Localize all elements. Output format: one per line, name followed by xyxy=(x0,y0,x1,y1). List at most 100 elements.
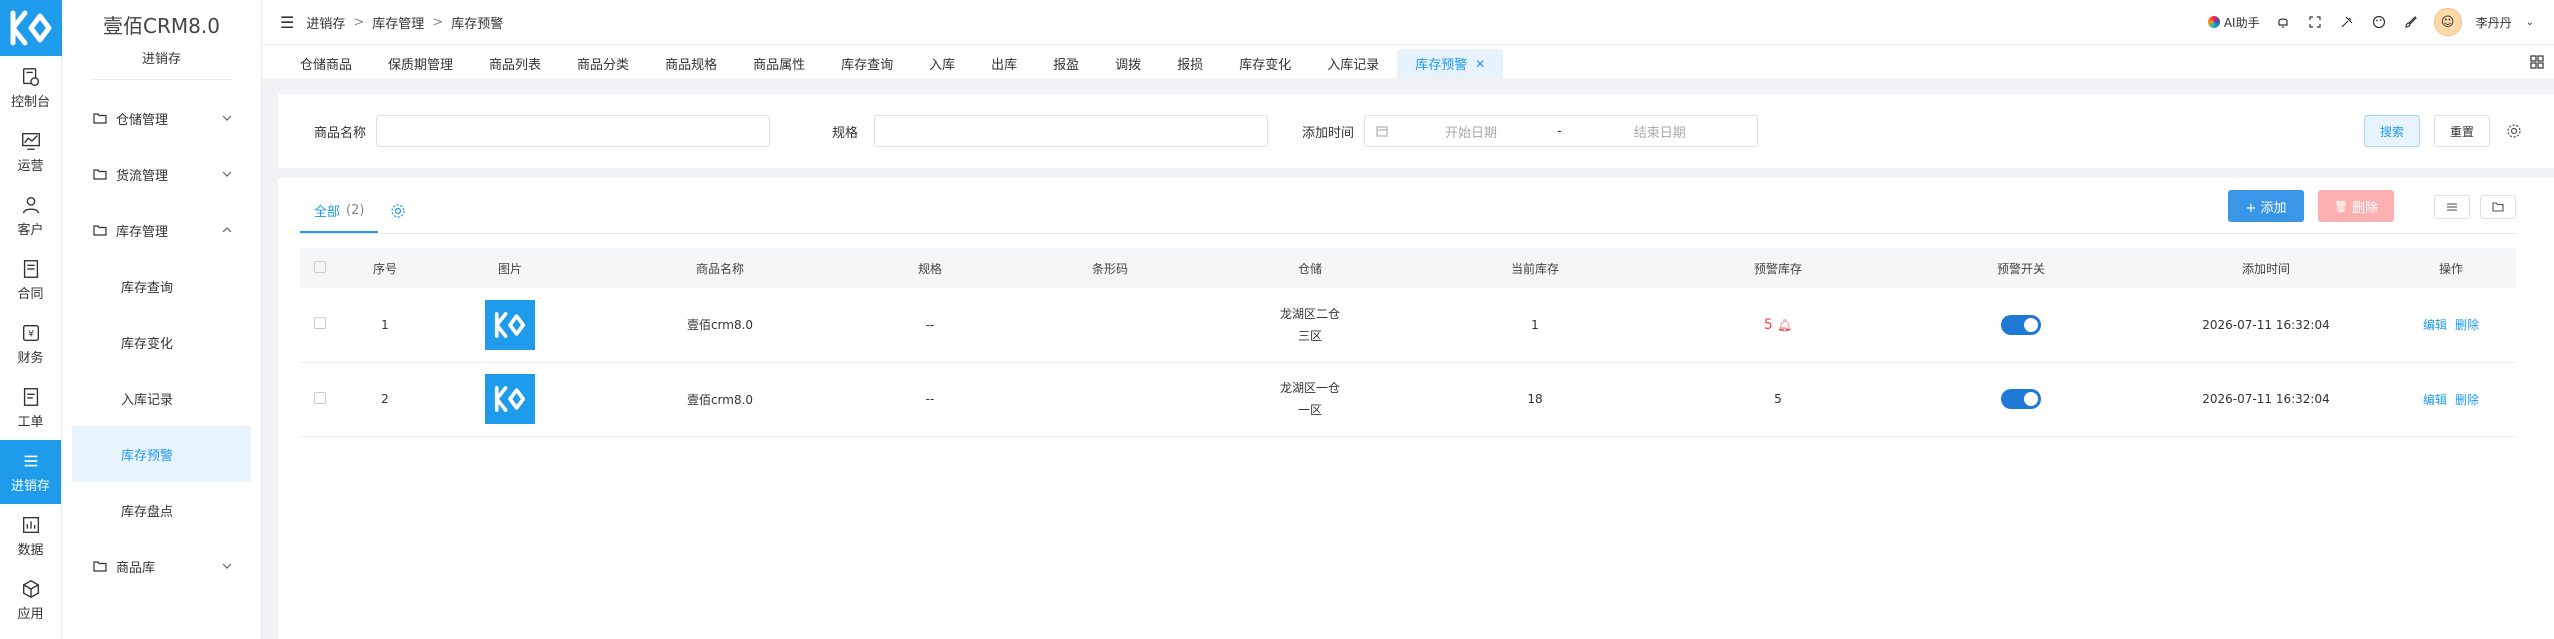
menu-group-flow[interactable]: 货流管理 xyxy=(62,146,261,202)
rail-item-ticket[interactable]: 工单 xyxy=(0,376,61,440)
rail-item-apps[interactable]: 应用 xyxy=(0,568,61,632)
menu-item-stocktake[interactable]: 库存盘点 xyxy=(72,482,251,538)
ai-icon xyxy=(2207,16,2220,28)
product-image[interactable] xyxy=(485,374,535,424)
menu-item-stock-change[interactable]: 库存变化 xyxy=(72,314,251,370)
tab-label: 库存预警 xyxy=(1415,58,1468,73)
col-header: 添加时间 xyxy=(2146,248,2386,288)
delete-link[interactable]: 删除 xyxy=(2455,318,2479,332)
select-all-checkbox[interactable] xyxy=(314,260,326,273)
search-button[interactable]: 搜索 xyxy=(2364,115,2420,147)
start-date-placeholder[interactable]: 开始日期 xyxy=(1445,122,1497,141)
menu-group-label: 仓储管理 xyxy=(116,112,169,128)
avatar[interactable]: ☺ xyxy=(2433,8,2462,36)
breadcrumb-item[interactable]: 库存管理 xyxy=(372,13,424,32)
alert-toggle[interactable] xyxy=(2001,314,2041,335)
col-header: 当前库存 xyxy=(1410,248,1660,288)
brand-title: 壹佰CRM8.0 xyxy=(103,13,220,38)
settings-icon[interactable] xyxy=(390,203,406,219)
chevron-up-icon xyxy=(222,227,232,233)
menu-group-storage[interactable]: 仓储管理 xyxy=(62,90,261,146)
col-header: 预警开关 xyxy=(1896,248,2146,288)
product-name-input[interactable] xyxy=(376,115,771,147)
logo-icon xyxy=(494,386,526,412)
tab-all-count: (2) xyxy=(346,202,365,218)
menu-group-stock[interactable]: 库存管理 xyxy=(62,202,261,258)
row-checkbox[interactable] xyxy=(314,391,326,404)
folder-icon xyxy=(93,113,107,124)
row-spec: -- xyxy=(850,362,1010,437)
tab-shelf-life[interactable]: 保质期管理 xyxy=(370,49,471,78)
tab-warehouse-goods[interactable]: 仓储商品 xyxy=(282,49,370,78)
tab-all[interactable]: 全部 (2) xyxy=(300,189,379,233)
tab-product-category[interactable]: 商品分类 xyxy=(559,49,647,78)
rail-item-inventory[interactable]: 进销存 xyxy=(0,440,61,504)
product-name-label: 商品名称 xyxy=(314,125,367,141)
add-button[interactable]: + 添加 xyxy=(2228,190,2304,222)
row-warn-stock-cell: 5 🔔︎ xyxy=(1660,288,1896,363)
palette-icon[interactable] xyxy=(2370,13,2388,31)
row-switch-cell xyxy=(1896,288,2146,363)
menu-item-inbound-records[interactable]: 入库记录 xyxy=(72,370,251,426)
row-current-stock: 18 xyxy=(1410,362,1660,437)
settings-icon[interactable] xyxy=(2506,123,2522,139)
menu-item-stock-alert[interactable]: 库存预警 xyxy=(72,426,251,482)
alert-toggle[interactable] xyxy=(2001,389,2041,409)
chevron-down-icon[interactable]: ⌄ xyxy=(2526,17,2534,28)
rail-item-operations[interactable]: 运营 xyxy=(0,120,61,184)
tab-inbound[interactable]: 入库 xyxy=(911,49,973,78)
menu-toggle-icon[interactable]: ☰ xyxy=(280,13,294,32)
table-row[interactable]: 2 壹佰crm8.0 -- 龙湖区一仓 一区 18 5 2026-07-11 1… xyxy=(300,362,2516,437)
tab-product-spec[interactable]: 商品规格 xyxy=(647,49,735,78)
grid-icon[interactable] xyxy=(2528,53,2546,71)
menu-group-products[interactable]: 商品库 xyxy=(62,538,261,594)
trash-icon: 🗑 xyxy=(2334,199,2348,213)
tab-stock-query[interactable]: 库存查询 xyxy=(823,49,911,78)
breadcrumb-item[interactable]: 进销存 xyxy=(306,13,345,32)
ai-assistant-button[interactable]: AI助手 xyxy=(2207,14,2260,31)
rail-item-data[interactable]: 数据 xyxy=(0,504,61,568)
date-range-picker[interactable]: 开始日期 - 结束日期 xyxy=(1364,115,1759,147)
tools-icon[interactable] xyxy=(2338,13,2356,31)
rail-item-dashboard[interactable]: 控制台 xyxy=(0,56,61,120)
user-name[interactable]: 李丹丹 xyxy=(2476,14,2512,31)
reset-button[interactable]: 重置 xyxy=(2434,115,2490,147)
menu-item-stock-query[interactable]: 库存查询 xyxy=(72,258,251,314)
col-header: 操作 xyxy=(2386,248,2516,288)
product-image[interactable] xyxy=(485,299,535,350)
tab-loss[interactable]: 报损 xyxy=(1159,49,1221,78)
filter-columns-button[interactable] xyxy=(2434,195,2470,219)
app-logo[interactable] xyxy=(0,0,62,56)
tab-stock-change[interactable]: 库存变化 xyxy=(1221,49,1309,78)
brush-icon[interactable] xyxy=(2402,13,2420,31)
tab-stock-alert[interactable]: 库存预警 ✕ xyxy=(1397,49,1504,78)
rail-item-finance[interactable]: ¥ 财务 xyxy=(0,312,61,376)
folder-icon xyxy=(2492,202,2504,212)
bell-icon[interactable] xyxy=(2274,13,2292,31)
delete-label: 删除 xyxy=(2351,200,2378,216)
rail-item-contract[interactable]: 合同 xyxy=(0,248,61,312)
tab-transfer[interactable]: 调拨 xyxy=(1097,49,1159,78)
delete-button[interactable]: 🗑 删除 xyxy=(2318,190,2394,222)
row-checkbox[interactable] xyxy=(314,317,326,330)
fullscreen-icon[interactable] xyxy=(2306,13,2324,31)
app-rail: 控制台 运营 客户 合同 ¥ 财务 工单 进销存 数据 应用 xyxy=(0,0,62,639)
chevron-down-icon xyxy=(222,563,232,569)
tab-overage[interactable]: 报盈 xyxy=(1035,49,1097,78)
tab-inbound-records[interactable]: 入库记录 xyxy=(1309,49,1397,78)
edit-link[interactable]: 编辑 xyxy=(2423,393,2447,407)
rail-label: 进销存 xyxy=(10,479,50,494)
tab-product-attr[interactable]: 商品属性 xyxy=(735,49,823,78)
tab-outbound[interactable]: 出库 xyxy=(973,49,1035,78)
folder-button[interactable] xyxy=(2480,195,2516,219)
spec-input[interactable] xyxy=(874,115,1269,147)
rail-item-customer[interactable]: 客户 xyxy=(0,184,61,248)
tab-product-list[interactable]: 商品列表 xyxy=(471,49,559,78)
delete-link[interactable]: 删除 xyxy=(2455,393,2479,407)
col-header: 仓储 xyxy=(1210,248,1410,288)
end-date-placeholder[interactable]: 结束日期 xyxy=(1634,122,1686,141)
edit-link[interactable]: 编辑 xyxy=(2423,318,2447,332)
list-icon xyxy=(24,455,37,467)
table-row[interactable]: 1 壹佰crm8.0 -- 龙湖区二仓 三区 1 5 🔔︎ 2026-07-11… xyxy=(300,288,2516,363)
close-icon[interactable]: ✕ xyxy=(1475,57,1485,71)
